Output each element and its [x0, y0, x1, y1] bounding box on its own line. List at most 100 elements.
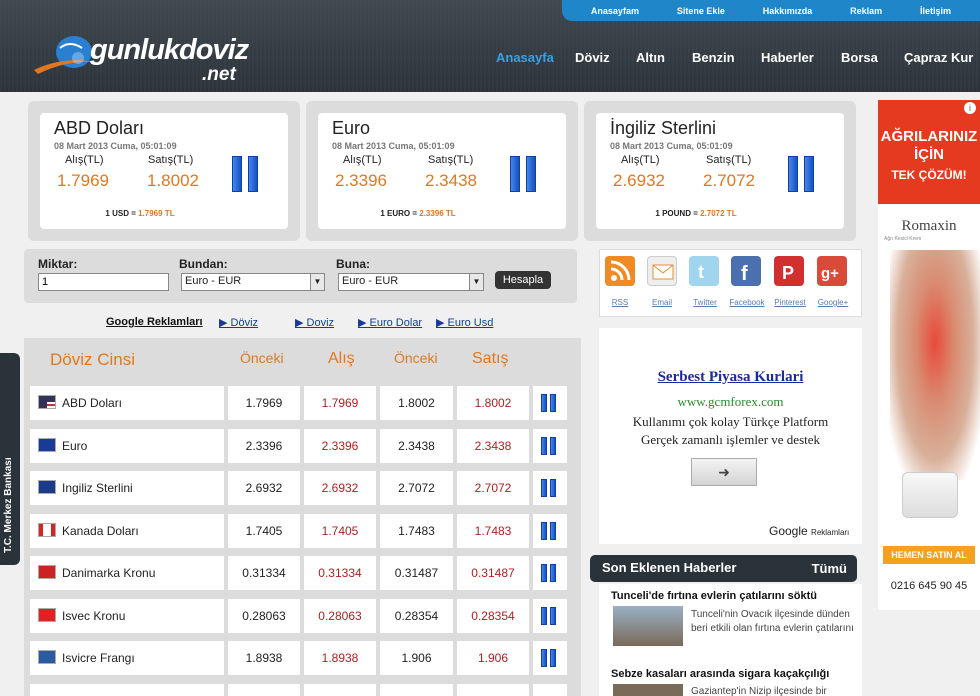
logo-text: gunlukdoviz	[90, 34, 249, 66]
news-thumbnail[interactable]	[613, 684, 683, 696]
social-label[interactable]: Facebook	[724, 298, 770, 307]
currency-name: Euro	[62, 438, 88, 453]
chart-icon[interactable]	[533, 641, 567, 675]
card-name: Euro	[332, 118, 371, 138]
nav-anasayfa[interactable]: Anasayfa	[496, 50, 554, 65]
card-conversion: 1 USD = 1.7969 TL	[105, 209, 175, 218]
card-satis-label: Satış(TL)	[148, 154, 194, 166]
card-name: İngiliz Sterlini	[610, 118, 717, 138]
currency-card-usd: ABD Doları 08 Mart 2013 Cuma, 05:01:09 A…	[28, 101, 300, 241]
ad-link[interactable]: ▶ Doviz	[295, 316, 334, 329]
card-name: ABD Doları	[54, 118, 145, 138]
nav-doviz[interactable]: Döviz	[575, 50, 610, 65]
currency-cell[interactable]: Isvec Kronu	[30, 598, 224, 633]
info-icon[interactable]: i	[964, 102, 976, 114]
nav-borsa[interactable]: Borsa	[841, 50, 878, 65]
buna-select[interactable]: Euro - EUR ▼	[338, 273, 484, 291]
chart-icon[interactable]	[510, 156, 536, 192]
sell-cell: 0.28354	[457, 598, 529, 633]
currency-card-eur: Euro 08 Mart 2013 Cuma, 05:01:09 Alış(TL…	[306, 101, 578, 241]
ad-url[interactable]: www.gcmforex.com	[599, 394, 862, 410]
banner-header: AĞRILARINIZ İÇİN TEK ÇÖZÜM!	[878, 100, 980, 204]
buy-now-button[interactable]: HEMEN SATIN AL	[883, 546, 975, 564]
currency-cell[interactable]: Isvicre Frangı	[30, 641, 224, 675]
sell-cell: 2.3438	[457, 428, 529, 463]
chevron-down-icon: ▼	[310, 274, 324, 290]
currency-cell[interactable]: Euro	[30, 428, 224, 463]
currency-name: Ingiliz Sterlini	[62, 481, 133, 495]
top-nav: Anasayfam Sitene Ekle Hakkımızda Reklam …	[562, 0, 980, 21]
buy-cell: 2.3396	[304, 428, 376, 463]
social-label[interactable]: Google+	[810, 298, 856, 307]
prev-sell-cell: 1.7483	[380, 513, 453, 548]
prev-buy-cell: 1.8938	[228, 641, 300, 675]
nav-capraz-kur[interactable]: Çapraz Kur	[904, 50, 973, 65]
social-label[interactable]: Pinterest	[767, 298, 813, 307]
bundan-select[interactable]: Euro - EUR ▼	[181, 273, 325, 291]
ad-title[interactable]: Serbest Piyasa Kurlari	[599, 369, 862, 386]
pinterest-icon[interactable]: P	[774, 256, 804, 286]
news-title: Son Eklenen Haberler	[602, 560, 737, 575]
currency-cell[interactable]: ABD Doları	[30, 386, 224, 420]
merkez-bankasi-tab[interactable]: T.C. Merkez Bankası	[0, 353, 20, 565]
sell-cell: 1.8002	[457, 386, 529, 420]
buy-cell: 2.6932	[304, 471, 376, 505]
twitter-icon[interactable]: t	[689, 256, 719, 286]
chart-icon[interactable]	[232, 156, 258, 192]
rss-icon[interactable]	[605, 256, 635, 286]
top-nav-about[interactable]: Hakkımızda	[763, 6, 813, 16]
social-label[interactable]: RSS	[597, 298, 643, 307]
ads-by-google[interactable]: Google Reklamları	[769, 524, 849, 538]
sell-cell: 1.7483	[457, 513, 529, 548]
currency-cell[interactable]: Danimarka Kronu	[30, 556, 224, 590]
prev-buy-cell: 2.6932	[228, 471, 300, 505]
google-ads-label[interactable]: Google Reklamları	[106, 316, 203, 328]
chart-icon[interactable]	[533, 386, 567, 420]
news-headline[interactable]: Tunceli'de fırtına evlerin çatılarını sö…	[611, 590, 817, 602]
news-headline[interactable]: Sebze kasaları arasında sigara kaçakçılı…	[611, 668, 829, 680]
social-label[interactable]: Twitter	[682, 298, 728, 307]
hesapla-button[interactable]: Hesapla	[495, 271, 551, 289]
nav-altin[interactable]: Altın	[636, 50, 665, 65]
chart-icon[interactable]	[533, 471, 567, 505]
currency-cell[interactable]: Ingiliz Sterlini	[30, 471, 224, 505]
news-text: Tunceli'nin Ovacık ilçesinde dünden beri…	[691, 609, 854, 634]
table-header-buy: Alış	[328, 350, 355, 367]
site-logo[interactable]: gunlukdoviz .net	[32, 26, 249, 85]
chart-icon[interactable]	[533, 598, 567, 633]
news-thumbnail[interactable]	[613, 606, 683, 646]
miktar-input[interactable]	[38, 273, 169, 291]
facebook-icon[interactable]: f	[731, 256, 761, 286]
ad-link[interactable]: ▶ Döviz	[219, 316, 258, 329]
prev-buy-cell: 1.7969	[228, 386, 300, 420]
top-nav-contact[interactable]: İletişim	[920, 6, 951, 16]
card-conversion: 1 EURO = 2.3396 TL	[380, 209, 456, 218]
chart-icon[interactable]	[533, 556, 567, 590]
top-nav-ads[interactable]: Reklam	[850, 6, 882, 16]
chevron-down-icon: ▼	[469, 274, 483, 290]
googleplus-icon[interactable]: g+	[817, 256, 847, 286]
social-label[interactable]: Email	[639, 298, 685, 307]
chart-icon[interactable]	[533, 428, 567, 463]
prev-sell-cell: 0.31487	[380, 556, 453, 590]
ad-line1: Kullanımı çok kolay Türkçe Platform	[632, 414, 829, 429]
product-jar-icon	[902, 472, 958, 518]
table-header-prev-sell: Önceki	[394, 350, 438, 366]
arrow-right-icon[interactable]: ➜	[691, 458, 757, 486]
ad-link[interactable]: ▶ Euro Dolar	[358, 316, 422, 329]
top-nav-add-site[interactable]: Sitene Ekle	[677, 6, 725, 16]
email-icon[interactable]	[647, 256, 677, 286]
nav-haberler[interactable]: Haberler	[761, 50, 814, 65]
logo-ext: .net	[202, 64, 236, 85]
ad-link[interactable]: ▶ Euro Usd	[436, 316, 493, 329]
chart-icon[interactable]	[788, 156, 814, 192]
top-nav-home[interactable]: Anasayfam	[591, 6, 639, 16]
news-all-link[interactable]: Tümü	[812, 561, 847, 576]
nav-benzin[interactable]: Benzin	[692, 50, 735, 65]
currency-cell[interactable]: Kanada Doları	[30, 513, 224, 548]
chart-icon[interactable]	[533, 513, 567, 548]
currency-table: Döviz Cinsi Önceki Alış Önceki Satış ABD…	[24, 338, 581, 696]
romaxin-banner[interactable]: AĞRILARINIZ İÇİN TEK ÇÖZÜM! i Romaxin Ağ…	[878, 100, 980, 610]
currency-converter: Miktar: Bundan: Euro - EUR▼ Buna: Euro -…	[24, 249, 577, 303]
site-header: Anasayfam Sitene Ekle Hakkımızda Reklam …	[0, 0, 980, 92]
